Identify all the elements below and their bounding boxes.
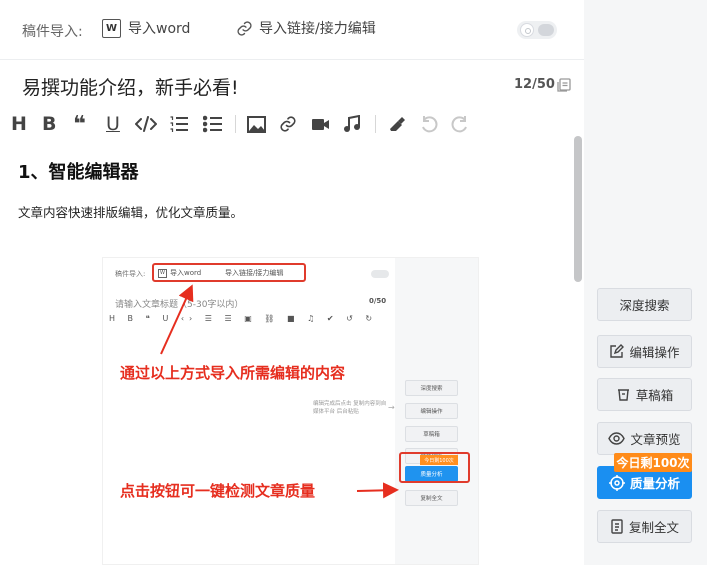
bold-button[interactable]: B xyxy=(42,112,56,136)
annotation-quality: 点击按钮可一键检测文章质量 xyxy=(120,482,316,500)
deep-search-button[interactable]: 深度搜索 xyxy=(597,288,692,321)
article-title-input[interactable]: 易撰功能介绍，新手必看! xyxy=(22,73,239,100)
toolbar-divider xyxy=(235,115,236,133)
edit-ops-button[interactable]: 编辑操作 xyxy=(597,335,692,368)
side-panel: 深度搜索 编辑操作 草稿箱 文章预览 质量分析 复制全文 xyxy=(584,0,707,565)
editor-panel: 稿件导入: W 导入word 导入链接/接力编辑 易撰功能介绍，新手必看! 12… xyxy=(0,0,584,565)
import-word-label: 导入word xyxy=(128,21,191,37)
title-row: 易撰功能介绍，新手必看! 12/50 xyxy=(0,60,584,110)
bullet-list-icon[interactable] xyxy=(203,112,223,136)
format-toolbar: H B ❝ U xyxy=(0,110,584,138)
import-word-button[interactable]: W 导入word xyxy=(102,18,190,38)
annotation-import: 通过以上方式导入所需编辑的内容 xyxy=(120,364,346,382)
code-button[interactable] xyxy=(135,112,157,136)
preview-button[interactable]: 文章预览 xyxy=(597,422,692,455)
redo-icon[interactable] xyxy=(451,112,469,136)
content-heading: 1、智能编辑器 xyxy=(18,162,139,183)
drafts-box-icon xyxy=(616,387,631,402)
underline-button[interactable]: U xyxy=(106,112,120,136)
drafts-label: 草稿箱 xyxy=(635,388,674,403)
import-label: 稿件导入: xyxy=(22,24,83,40)
undo-icon[interactable] xyxy=(420,112,438,136)
image-icon[interactable] xyxy=(247,112,266,136)
quality-label: 质量分析 xyxy=(629,476,680,491)
target-icon xyxy=(608,474,625,491)
eye-icon xyxy=(608,432,626,445)
deep-search-label: 深度搜索 xyxy=(619,298,670,313)
toolbar-divider xyxy=(375,115,376,133)
clear-format-icon[interactable] xyxy=(387,112,406,136)
annotation-arrows xyxy=(160,284,399,499)
link-icon[interactable] xyxy=(279,112,297,136)
edit-icon xyxy=(609,344,625,359)
remaining-count-badge: 今日剩100次 xyxy=(614,453,692,472)
copy-all-button[interactable]: 复制全文 xyxy=(597,510,692,543)
history-icon[interactable] xyxy=(556,77,572,97)
link-icon xyxy=(236,20,253,37)
title-char-count: 12/50 xyxy=(514,77,555,92)
import-link-button[interactable]: 导入链接/接力编辑 xyxy=(236,18,376,38)
video-icon[interactable] xyxy=(311,112,330,136)
music-icon[interactable] xyxy=(343,112,360,136)
edit-ops-label: 编辑操作 xyxy=(629,345,680,360)
import-bar: 稿件导入: W 导入word 导入链接/接力编辑 xyxy=(0,0,584,60)
quote-button[interactable]: ❝ xyxy=(73,112,86,137)
word-icon: W xyxy=(102,18,121,38)
preview-label: 文章预览 xyxy=(630,432,681,447)
embedded-screenshot: 稿件导入: W 导入word 导入链接/接力编辑 请输入文章标题（5-30字以内… xyxy=(102,257,479,565)
copy-icon xyxy=(610,519,624,534)
editor-scrollbar[interactable] xyxy=(574,136,582,282)
import-link-label: 导入链接/接力编辑 xyxy=(259,21,376,37)
ordered-list-icon[interactable] xyxy=(169,112,189,136)
content-paragraph: 文章内容快速排版编辑，优化文章质量。 xyxy=(18,205,244,220)
editor-content[interactable]: 1、智能编辑器 文章内容快速排版编辑，优化文章质量。 稿件导入: W 导入wor… xyxy=(0,140,574,565)
relay-toggle[interactable] xyxy=(517,21,557,39)
heading-button[interactable]: H xyxy=(11,112,27,136)
drafts-button[interactable]: 草稿箱 xyxy=(597,378,692,411)
copy-all-label: 复制全文 xyxy=(628,520,679,535)
